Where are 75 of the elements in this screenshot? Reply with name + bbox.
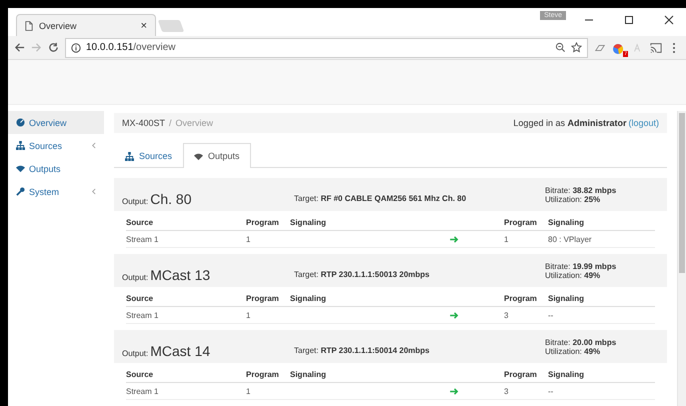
tab[interactable]: Sources [114, 143, 184, 168]
table-cell-text: Stream 1 [126, 386, 160, 396]
login-status: Logged in as Administrator [513, 118, 626, 128]
column-header: Program [246, 294, 280, 303]
utilization-text: Utilization: 49% [545, 270, 600, 280]
table-cell-text: -- [548, 310, 554, 320]
sidebar-item[interactable]: Sources [8, 134, 104, 157]
sidebar-item[interactable]: Outputs [8, 157, 104, 180]
column-header: Signaling [290, 294, 327, 303]
arrow-right-icon [450, 312, 459, 319]
table-cell-text: 1 [246, 234, 252, 244]
breadcrumb-separator: / [169, 118, 172, 128]
arrow-right-icon [450, 388, 459, 395]
column-header: Signaling [290, 218, 327, 227]
output-target: Target: RF #0 CABLE QAM256 561 Mhz Ch. 80 [294, 193, 468, 203]
column-header: Source [126, 294, 154, 303]
column-header: Program [504, 294, 538, 303]
table-cell-text: 80 : VPlayer [548, 234, 593, 244]
table-cell-text: Stream 1 [126, 234, 160, 244]
output-name: MCast 13 [150, 266, 210, 282]
column-header: Program [246, 218, 280, 227]
close-icon[interactable]: × [140, 20, 147, 32]
cast-icon[interactable] [650, 42, 662, 54]
column-header: Signaling [290, 370, 327, 379]
dashboard-icon [16, 118, 25, 127]
back-icon[interactable] [14, 42, 25, 54]
table-cell-text: -- [548, 386, 554, 396]
column-header: Signaling [548, 370, 585, 379]
utilization-text: Utilization: 49% [545, 346, 600, 356]
bitrate-text: Bitrate: 20.00 mbps [545, 338, 618, 346]
scrollbar[interactable] [677, 111, 686, 406]
wifi-icon [16, 164, 25, 173]
sitemap-icon [125, 152, 134, 160]
zoom-icon[interactable] [555, 42, 566, 54]
arrow-right-icon [450, 236, 459, 243]
address-field[interactable]: 10.0.0.151/overview [65, 38, 588, 58]
utilization-text: Utilization: 25% [545, 194, 600, 204]
tab-title: Overview [39, 20, 78, 31]
breadcrumb-link[interactable]: MX-400ST [122, 118, 166, 128]
output-name: Ch. 80 [150, 190, 192, 206]
bitrate-text: Bitrate: 19.99 mbps [545, 262, 618, 270]
maximize-icon[interactable] [624, 15, 634, 25]
browser-tab[interactable]: Overview × [16, 14, 156, 36]
star-icon[interactable] [571, 42, 582, 54]
output-label: Output: [122, 272, 148, 282]
output-target: Target: RTP 230.1.1.1:50014 20mbps [294, 345, 430, 355]
column-header: Signaling [548, 218, 585, 227]
output-name: MCast 14 [150, 342, 210, 358]
page-icon [25, 20, 33, 31]
output-target: Target: RTP 230.1.1.1:50013 20mbps [294, 269, 430, 279]
output-label: Output: [122, 348, 148, 358]
column-header: Signaling [548, 294, 585, 303]
reload-icon[interactable] [48, 42, 59, 54]
column-header: Source [126, 370, 154, 379]
tab[interactable]: Outputs [183, 143, 251, 168]
table-cell-text: 3 [504, 386, 510, 396]
sidebar-item[interactable]: System [8, 180, 104, 203]
sidebar-item[interactable]: Overview [8, 111, 104, 134]
table-cell-text: 1 [246, 310, 252, 320]
column-header: Source [126, 218, 154, 227]
output-label: Output: [122, 196, 148, 206]
bitrate-text: Bitrate: 38.82 mbps [545, 186, 618, 194]
sitemap-icon [16, 141, 25, 150]
table-cell-text: 3 [504, 310, 510, 320]
logout-link[interactable]: (logout) [628, 118, 659, 128]
column-header: Program [246, 370, 280, 379]
close-icon[interactable] [664, 15, 674, 25]
column-header: Program [504, 218, 538, 227]
table-cell-text: 1 [504, 234, 510, 244]
table-cell-text: 1 [246, 386, 252, 396]
column-header: Program [504, 370, 538, 379]
breadcrumb-current: Overview [176, 118, 214, 128]
wifi-icon [194, 152, 204, 160]
info-icon [71, 42, 81, 53]
table-cell-text: Stream 1 [126, 310, 160, 320]
